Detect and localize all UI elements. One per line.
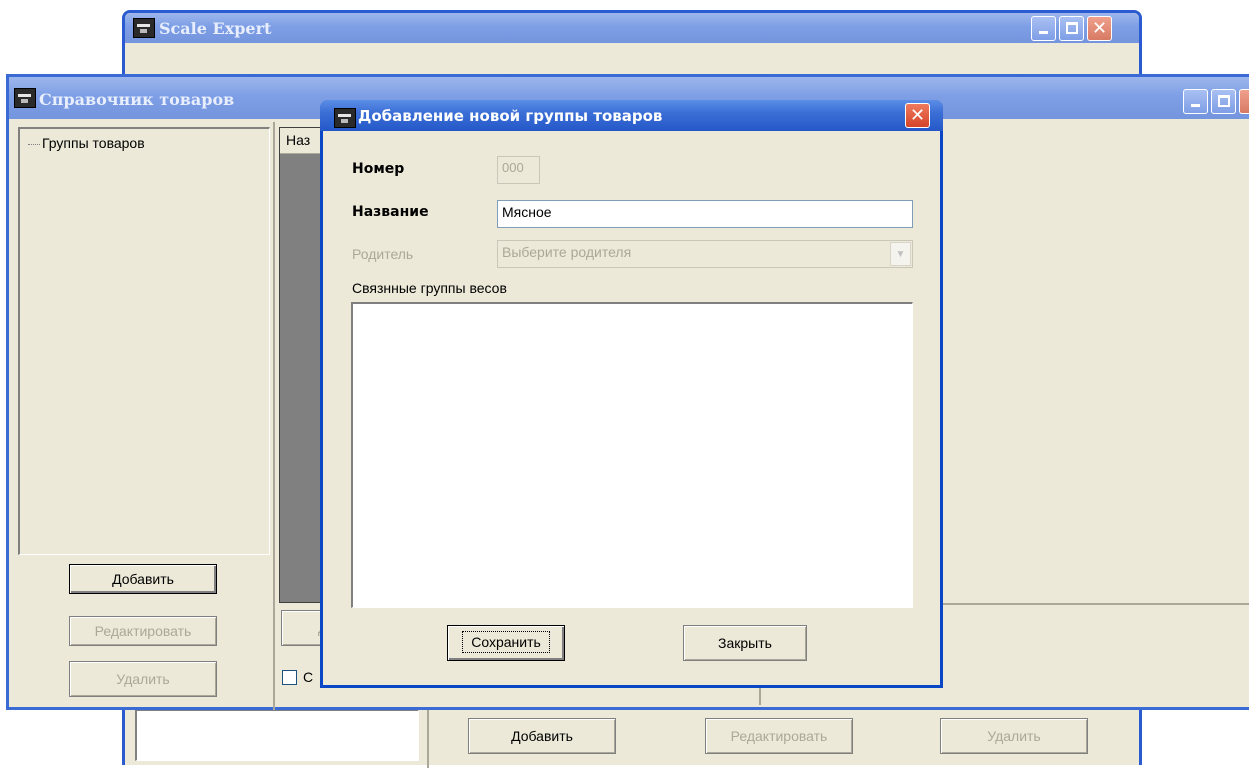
- dialog-close-button[interactable]: ✕: [905, 103, 930, 128]
- app-scales-icon: [14, 88, 36, 108]
- number-field[interactable]: 000: [497, 156, 540, 184]
- catalog-minimize-button[interactable]: [1183, 89, 1208, 114]
- dialog-title: Добавление новой группы товаров: [358, 107, 663, 125]
- scale-add-button[interactable]: Добавить: [468, 718, 616, 754]
- parent-label: Родитель: [352, 246, 414, 262]
- scale-delete-button[interactable]: Удалить: [940, 718, 1088, 754]
- save-button[interactable]: Сохранить: [447, 625, 565, 661]
- minimize-button[interactable]: [1031, 16, 1056, 41]
- scale-expert-title: Scale Expert: [159, 19, 272, 38]
- scale-panel-divider: [427, 703, 429, 768]
- maximize-button[interactable]: [1059, 16, 1084, 41]
- tree-dots-icon: [28, 144, 40, 145]
- scale-expert-titlebar[interactable]: Scale Expert ✕: [125, 13, 1139, 43]
- app-scales-icon: [334, 108, 356, 128]
- name-field[interactable]: Мясное: [497, 200, 913, 228]
- catalog-title: Справочник товаров: [39, 90, 235, 109]
- name-label: Название: [352, 204, 429, 220]
- group-delete-button[interactable]: Удалить: [69, 661, 217, 697]
- close-button[interactable]: ✕: [1087, 16, 1112, 41]
- linked-groups-list[interactable]: [351, 302, 913, 608]
- maximize-icon: [1066, 22, 1078, 34]
- close-dialog-button[interactable]: Закрыть: [683, 625, 807, 661]
- number-label: Номер: [352, 161, 405, 177]
- show-all-checkbox[interactable]: [282, 670, 297, 685]
- parent-select-value: Выберите родителя: [502, 244, 632, 260]
- groups-tree[interactable]: Группы товаров: [18, 127, 270, 555]
- group-edit-button[interactable]: Редактировать: [69, 616, 217, 646]
- minimize-icon: [1039, 31, 1048, 34]
- group-add-button[interactable]: Добавить: [69, 564, 217, 594]
- tree-root-item[interactable]: Группы товаров: [42, 135, 145, 151]
- dialog-titlebar[interactable]: Добавление новой группы товаров ✕: [320, 100, 943, 131]
- linked-groups-label: Связнные группы весов: [352, 280, 507, 296]
- scale-edit-button[interactable]: Редактировать: [705, 718, 853, 754]
- catalog-panel-divider: [273, 122, 275, 710]
- scale-lower-left-panel: [135, 709, 419, 761]
- close-icon: ✕: [1091, 18, 1108, 39]
- parent-select[interactable]: Выберите родителя ▼: [497, 240, 913, 268]
- app-scales-icon: [133, 18, 155, 38]
- catalog-maximize-button[interactable]: [1211, 89, 1236, 114]
- close-icon: ✕: [909, 105, 926, 126]
- dropdown-arrow-icon[interactable]: ▼: [890, 242, 911, 266]
- catalog-close-button[interactable]: [1239, 89, 1249, 114]
- add-group-dialog: Добавление новой группы товаров ✕ Номер …: [320, 100, 943, 688]
- show-all-checkbox-label: С: [303, 669, 314, 685]
- minimize-icon: [1191, 104, 1200, 107]
- save-button-label: Сохранить: [462, 631, 550, 653]
- maximize-icon: [1218, 95, 1230, 107]
